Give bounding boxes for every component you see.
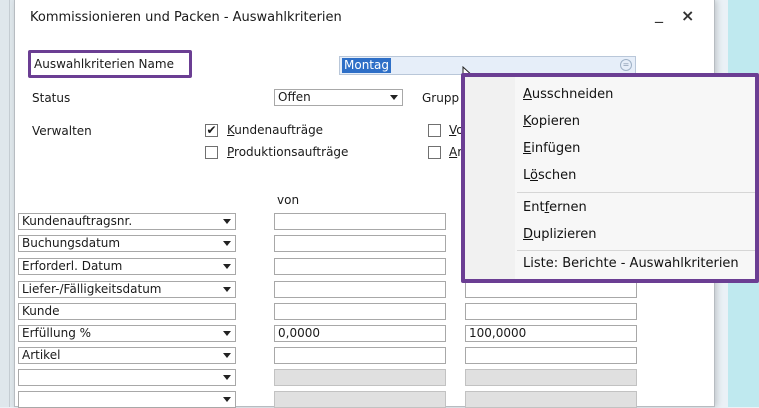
- chevron-down-icon: [223, 353, 231, 358]
- menu-item-remove[interactable]: Entfernen: [523, 200, 587, 215]
- menu-separator: [517, 250, 755, 251]
- criteria-field-select[interactable]: [18, 391, 236, 408]
- chevron-down-icon: [223, 397, 231, 402]
- checkbox-production-orders-label: Produktionsaufträge: [227, 145, 349, 159]
- checkbox-sales-orders-label: Kundenaufträge: [227, 123, 324, 137]
- criteria-from-input-disabled: [274, 391, 446, 408]
- menu-item-cut[interactable]: Ausschneiden: [523, 87, 613, 102]
- criteria-field-select[interactable]: Erforderl. Datum: [18, 258, 236, 275]
- menu-separator: [517, 192, 755, 193]
- manage-label: Verwalten: [32, 124, 92, 138]
- status-label: Status: [32, 91, 71, 105]
- menu-item-delete[interactable]: Löschen: [523, 168, 576, 183]
- criteria-from-input[interactable]: [274, 303, 446, 320]
- criteria-from-input-disabled: [274, 369, 446, 386]
- chevron-down-icon: [223, 375, 231, 380]
- group-label: Grupp: [422, 91, 460, 105]
- context-menu: Ausschneiden Kopieren Einfügen Löschen E…: [461, 73, 759, 283]
- chevron-down-icon: [223, 264, 231, 269]
- name-label: Auswahlkriterien Name: [34, 57, 174, 71]
- checkbox-vo[interactable]: [428, 124, 441, 137]
- background-divider: [9, 0, 10, 407]
- criteria-to-input[interactable]: [465, 303, 637, 320]
- criteria-from-input[interactable]: 0,0000: [274, 325, 446, 342]
- criteria-to-input-disabled: [465, 391, 637, 408]
- context-menu-gutter: [465, 77, 515, 279]
- criteria-field-select[interactable]: [18, 369, 236, 386]
- criteria-field-select[interactable]: Buchungsdatum: [18, 235, 236, 252]
- criteria-to-input-disabled: [465, 369, 637, 386]
- from-column-header: von: [277, 193, 300, 207]
- chevron-down-icon: [223, 219, 231, 224]
- chevron-down-icon: [223, 241, 231, 246]
- lookup-icon[interactable]: =: [620, 59, 632, 71]
- criteria-to-input[interactable]: 100,0000: [465, 325, 637, 342]
- background-left-panel: [0, 0, 14, 407]
- criteria-from-input[interactable]: [274, 281, 446, 298]
- chevron-down-icon: [390, 95, 398, 100]
- criteria-field-select[interactable]: Artikel: [18, 347, 236, 364]
- criteria-from-input[interactable]: [274, 347, 446, 364]
- criteria-to-input[interactable]: [465, 281, 637, 298]
- criteria-field-select[interactable]: Kunde: [18, 303, 236, 320]
- window-title: Kommissionieren und Packen - Auswahlkrit…: [30, 10, 342, 25]
- criteria-to-input[interactable]: [465, 347, 637, 364]
- menu-item-duplicate[interactable]: Duplizieren: [523, 227, 596, 242]
- minimize-button[interactable]: _: [655, 4, 663, 24]
- close-button[interactable]: ×: [681, 6, 694, 26]
- status-value: Offen: [278, 90, 311, 104]
- checkbox-production-orders[interactable]: [205, 146, 218, 159]
- status-select[interactable]: Offen: [274, 89, 403, 106]
- criteria-from-input[interactable]: [274, 213, 446, 230]
- menu-item-paste[interactable]: Einfügen: [523, 141, 580, 156]
- checkbox-sales-orders[interactable]: ✔: [205, 124, 218, 137]
- menu-item-copy[interactable]: Kopieren: [523, 114, 580, 129]
- selected-name-text: Montag: [342, 58, 391, 73]
- criteria-field-select[interactable]: Kundenauftragsnr.: [18, 213, 236, 230]
- checkbox-ar[interactable]: [428, 146, 441, 159]
- criteria-from-input[interactable]: [274, 235, 446, 252]
- criteria-field-select[interactable]: Erfüllung %: [18, 325, 236, 342]
- menu-item-report-list[interactable]: Liste: Berichte - Auswahlkriterien: [523, 256, 739, 271]
- chevron-down-icon: [223, 331, 231, 336]
- criteria-field-select[interactable]: Liefer-/Fälligkeitsdatum: [18, 281, 236, 298]
- criteria-from-input[interactable]: [274, 258, 446, 275]
- chevron-down-icon: [223, 287, 231, 292]
